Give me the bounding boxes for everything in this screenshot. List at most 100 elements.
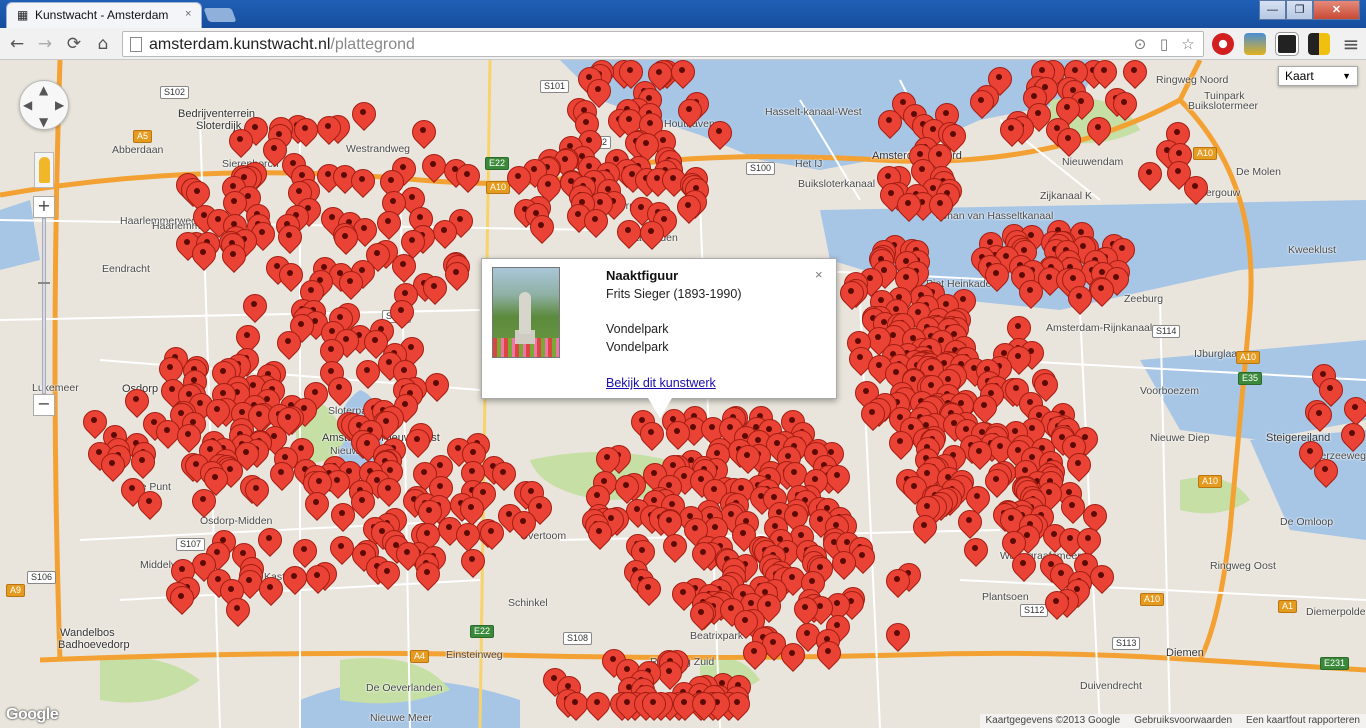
artwork-marker-pin-icon[interactable] [480,521,502,557]
artwork-marker-pin-icon[interactable] [663,534,685,570]
artwork-marker-pin-icon[interactable] [677,195,699,231]
artwork-marker-pin-icon[interactable] [317,116,339,152]
artwork-thumbnail[interactable] [492,267,560,358]
artwork-marker-pin-icon[interactable] [245,478,267,514]
adblock-extension-icon[interactable] [1212,33,1234,55]
artwork-marker-pin-icon[interactable] [889,431,911,467]
artwork-marker-pin-icon[interactable] [970,90,992,126]
minimize-button[interactable]: — [1259,0,1286,20]
artwork-marker-pin-icon[interactable] [294,118,316,154]
artwork-marker-pin-icon[interactable] [617,220,639,256]
close-window-button[interactable]: ✕ [1313,0,1360,20]
artwork-marker-pin-icon[interactable] [334,226,356,262]
chrome-menu-icon[interactable]: ≡ [1340,33,1362,55]
forward-icon[interactable]: → [34,33,56,55]
pan-up-icon[interactable]: ▲ [39,83,48,97]
artwork-marker-pin-icon[interactable] [1090,278,1112,314]
artwork-marker-pin-icon[interactable] [1341,423,1363,459]
artwork-marker-pin-icon[interactable] [1012,553,1034,589]
artwork-marker-pin-icon[interactable] [832,551,854,587]
address-bar[interactable]: amsterdam.kunstwacht.nl/plattegrond ⊙ ▯ … [122,31,1204,57]
artwork-marker-pin-icon[interactable] [425,373,447,409]
artwork-marker-pin-icon[interactable] [1090,565,1112,601]
artwork-marker-pin-icon[interactable] [1000,118,1022,154]
artwork-marker-pin-icon[interactable] [412,120,434,156]
zoom-in-button[interactable]: + [33,196,55,218]
artwork-marker-pin-icon[interactable] [259,577,281,613]
artwork-marker-pin-icon[interactable] [206,399,228,435]
artwork-marker-pin-icon[interactable] [461,549,483,585]
artwork-marker-pin-icon[interactable] [1184,176,1206,212]
artwork-marker-pin-icon[interactable] [690,602,712,638]
artwork-marker-pin-icon[interactable] [416,562,438,598]
artwork-marker-pin-icon[interactable] [507,166,529,202]
location-icon[interactable]: ⊙ [1131,35,1149,53]
artwork-marker-pin-icon[interactable] [305,492,327,528]
artwork-marker-pin-icon[interactable] [530,215,552,251]
artwork-marker-pin-icon[interactable] [1068,286,1090,322]
pan-right-icon[interactable]: ▶ [55,98,64,112]
report-error-link[interactable]: Een kaartfout rapporteren [1246,714,1360,728]
artwork-marker-pin-icon[interactable] [840,281,862,317]
artwork-marker-pin-icon[interactable] [433,220,455,256]
artwork-marker-pin-icon[interactable] [964,538,986,574]
artwork-marker-pin-icon[interactable] [678,99,700,135]
artwork-marker-pin-icon[interactable] [283,566,305,602]
artwork-marker-pin-icon[interactable] [886,623,908,659]
page-action-icon[interactable]: ▯ [1155,35,1173,53]
new-tab-button[interactable] [203,8,237,22]
artwork-marker-pin-icon[interactable] [1045,591,1067,627]
artwork-marker-pin-icon[interactable] [726,692,748,728]
artwork-marker-pin-icon[interactable] [586,692,608,728]
artwork-marker-pin-icon[interactable] [331,503,353,539]
extension-icon[interactable] [1244,33,1266,55]
artwork-marker-pin-icon[interactable] [1308,403,1330,439]
artwork-marker-pin-icon[interactable] [1019,280,1041,316]
reload-icon[interactable]: ⟳ [63,33,85,55]
artwork-marker-pin-icon[interactable] [229,129,251,165]
map-canvas[interactable]: Bedrijventerrein Sloterdijk Abberdaan Si… [0,60,1366,728]
zoom-out-button[interactable]: − [33,394,55,416]
artwork-marker-pin-icon[interactable] [226,598,248,634]
map-type-select[interactable]: Kaart ▼ [1278,66,1358,86]
artwork-marker-pin-icon[interactable] [351,169,373,205]
artwork-marker-pin-icon[interactable] [1113,92,1135,128]
artwork-marker-pin-icon[interactable] [642,692,664,728]
artwork-marker-pin-icon[interactable] [584,209,606,245]
artwork-marker-pin-icon[interactable] [1314,459,1336,495]
artwork-marker-pin-icon[interactable] [1057,128,1079,164]
artwork-marker-pin-icon[interactable] [708,121,730,157]
zoom-slider-track[interactable] [42,218,46,394]
artwork-marker-pin-icon[interactable] [352,102,374,138]
artwork-marker-pin-icon[interactable] [640,422,662,458]
device-extension-icon[interactable] [1308,33,1330,55]
artwork-marker-pin-icon[interactable] [422,154,444,190]
artwork-marker-pin-icon[interactable] [564,692,586,728]
artwork-marker-pin-icon[interactable] [743,641,765,677]
artwork-marker-pin-icon[interactable] [306,565,328,601]
bookmark-star-icon[interactable]: ☆ [1179,35,1197,53]
artwork-marker-pin-icon[interactable] [985,263,1007,299]
artwork-marker-pin-icon[interactable] [170,586,192,622]
artwork-marker-pin-icon[interactable] [222,244,244,280]
artwork-marker-pin-icon[interactable] [328,377,350,413]
artwork-marker-pin-icon[interactable] [692,542,714,578]
artwork-marker-pin-icon[interactable] [886,569,908,605]
street-view-pegman-icon[interactable] [34,152,54,188]
artwork-marker-pin-icon[interactable] [861,402,883,438]
artwork-marker-pin-icon[interactable] [270,462,292,498]
view-artwork-link[interactable]: Bekijk dit kunstwerk [606,376,716,390]
artwork-marker-pin-icon[interactable] [817,641,839,677]
artwork-marker-pin-icon[interactable] [138,491,160,527]
home-icon[interactable]: ⌂ [92,33,114,55]
artwork-marker-pin-icon[interactable] [588,521,610,557]
artwork-marker-pin-icon[interactable] [637,577,659,613]
artwork-marker-pin-icon[interactable] [376,561,398,597]
artwork-marker-pin-icon[interactable] [878,110,900,146]
artwork-marker-pin-icon[interactable] [456,164,478,200]
artwork-marker-pin-icon[interactable] [512,511,534,547]
artwork-marker-pin-icon[interactable] [192,242,214,278]
back-icon[interactable]: ← [6,33,28,55]
artwork-marker-pin-icon[interactable] [1087,117,1109,153]
close-icon[interactable]: × [815,267,823,282]
